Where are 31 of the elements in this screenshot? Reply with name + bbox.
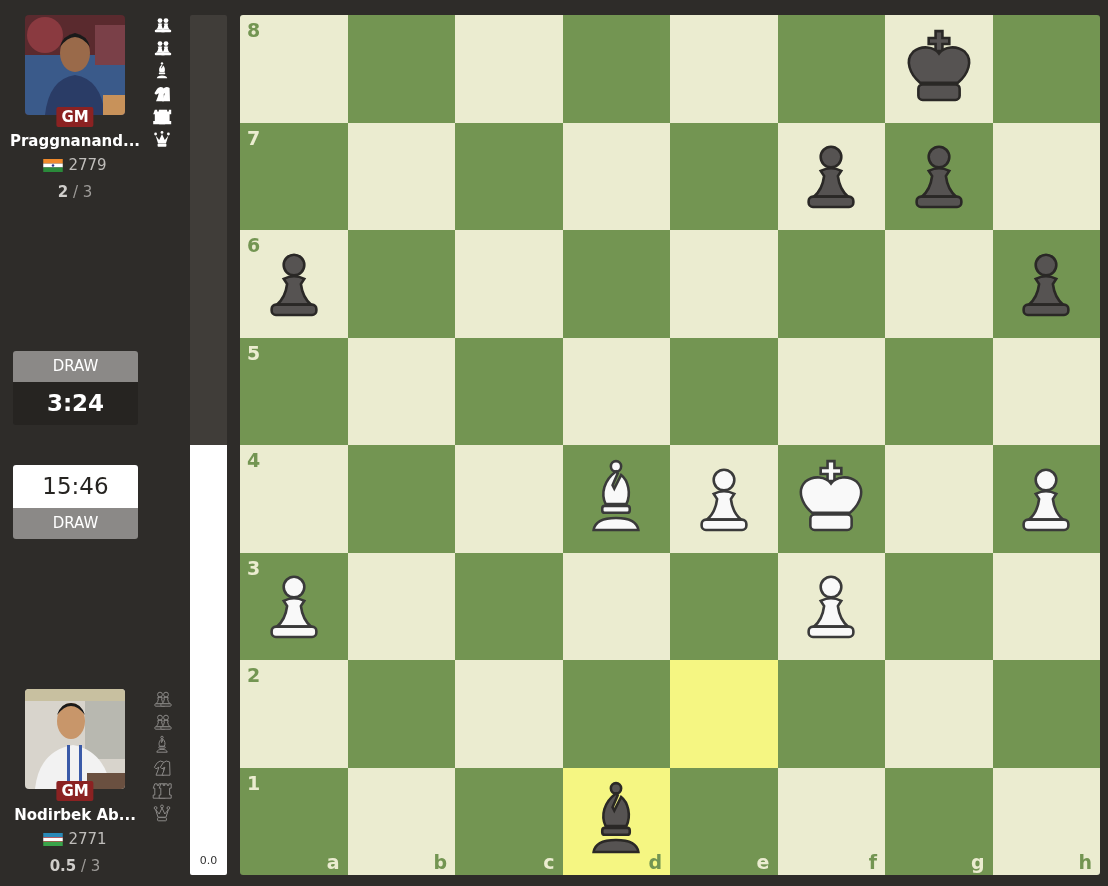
clock-time: 3:24 [13, 382, 138, 425]
rank-label: 1 [247, 771, 261, 794]
rank-label: 4 [247, 449, 261, 471]
player-rating: 2771 [68, 830, 107, 848]
file-label: h [1078, 851, 1092, 873]
file-label: f [868, 851, 877, 873]
flag-icon [43, 158, 64, 172]
file-label: e [756, 851, 770, 873]
rank-label: 7 [247, 126, 261, 149]
clock-time: 15:46 [13, 465, 138, 508]
title-badge: GM [56, 781, 94, 801]
rank-label: 5 [247, 341, 261, 364]
evaluation-score: 0.0 [199, 854, 218, 867]
player-name: Praggnanand... [9, 132, 141, 150]
match-score: 0.5 / 3 [49, 857, 101, 875]
title-badge: GM [56, 107, 94, 127]
file-label: d [648, 851, 662, 873]
draw-offer-label: DRAW [13, 508, 138, 539]
rank-label: 3 [247, 556, 261, 579]
file-label: g [970, 851, 985, 873]
match-score: 2 / 3 [57, 183, 93, 201]
file-label: a [326, 851, 340, 873]
rank-label: 2 [247, 664, 261, 686]
rank-label: 8 [247, 19, 261, 41]
draw-offer-label: DRAW [13, 351, 138, 382]
player-rating: 2779 [68, 156, 107, 174]
player-name: Nodirbek Ab... [14, 806, 136, 824]
rank-label: 6 [247, 234, 261, 256]
file-label: b [433, 851, 447, 873]
flag-icon [43, 832, 64, 846]
file-label: c [543, 851, 555, 873]
